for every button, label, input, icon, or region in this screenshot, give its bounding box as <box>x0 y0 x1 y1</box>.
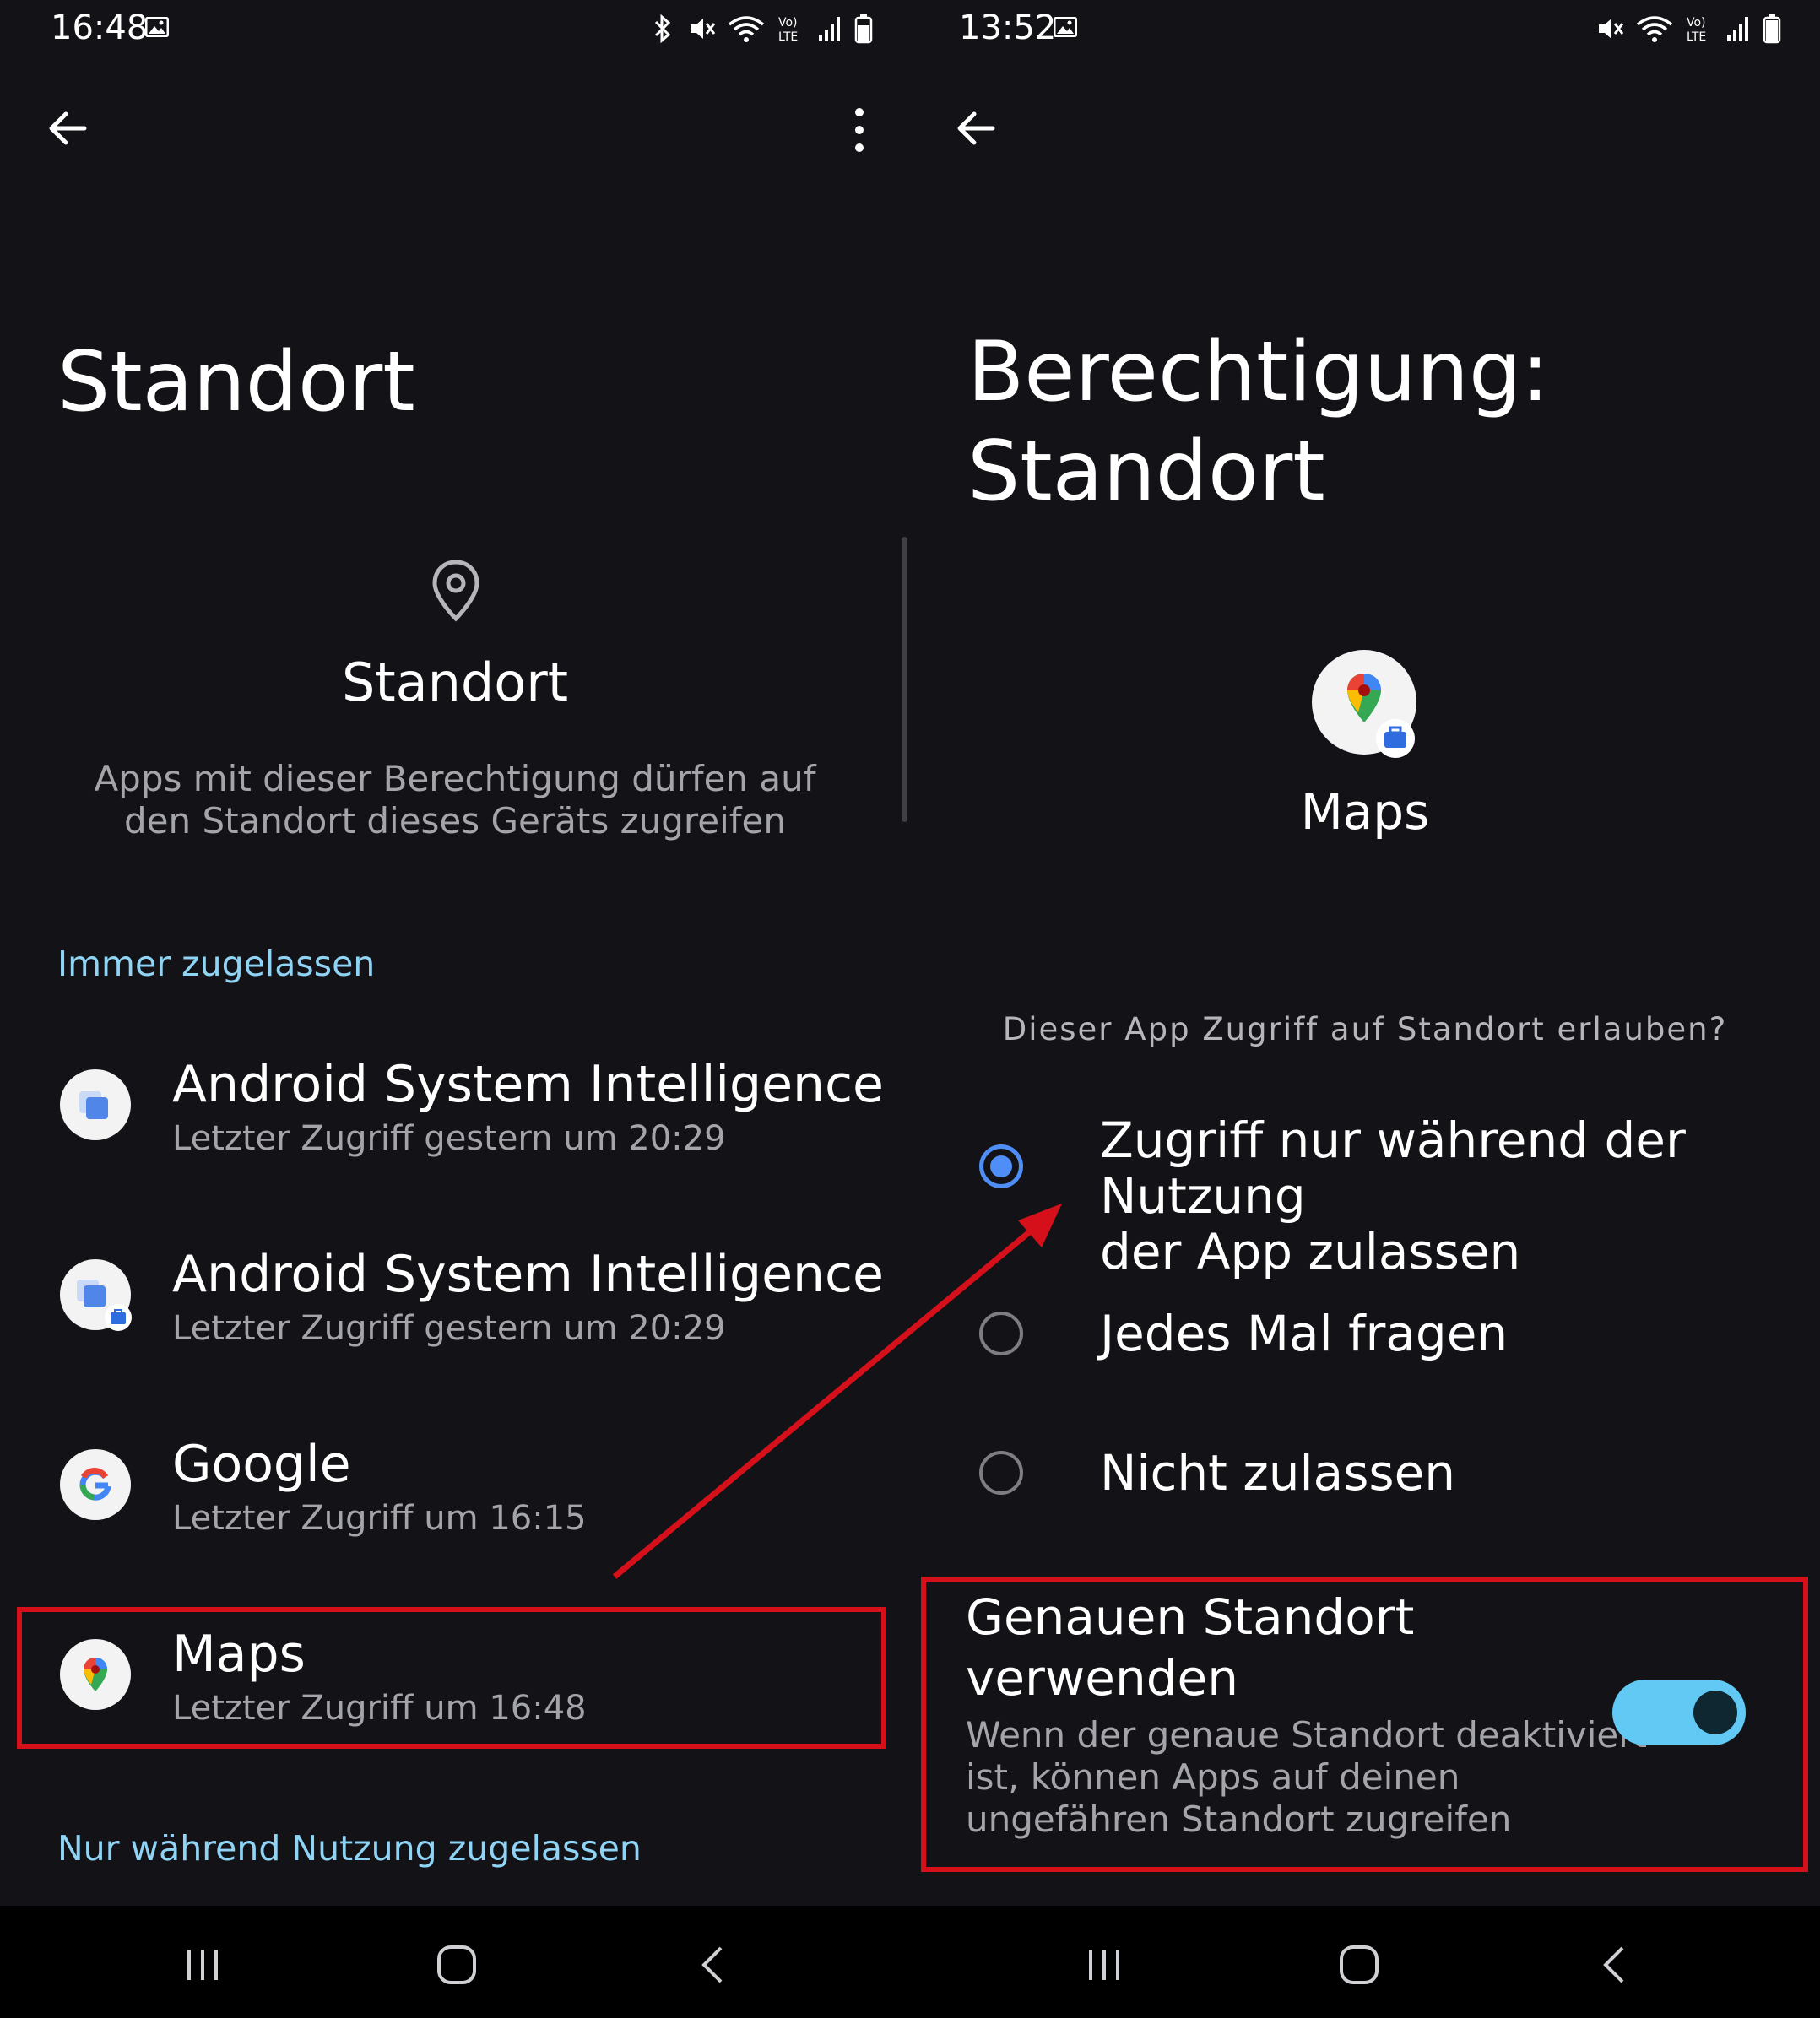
app-name: Android System Intelligence <box>172 1055 884 1114</box>
cellular-signal-icon <box>819 17 840 41</box>
volte-icon: Vo) LTE <box>778 16 798 44</box>
option-label: Jedes Mal fragen <box>1100 1305 1509 1362</box>
gallery-notification-icon <box>145 17 169 37</box>
back-arrow-icon[interactable] <box>954 106 998 150</box>
radio-button[interactable] <box>979 1451 1023 1495</box>
option-label-line1: Zugriff nur während der Nutzung <box>1100 1112 1686 1225</box>
app-name: Google <box>172 1435 351 1494</box>
work-profile-badge-icon <box>1376 719 1415 758</box>
app-name: Android System Intelligence <box>172 1245 884 1304</box>
status-time: 13:52 <box>959 8 1057 47</box>
permission-description-line2: den Standort dieses Geräts zugreifen <box>123 800 787 841</box>
svg-text:LTE: LTE <box>778 30 798 44</box>
gallery-notification-icon <box>1054 17 1077 37</box>
status-time: 16:48 <box>51 8 149 47</box>
option-label-line2: der App zulassen <box>1100 1223 1521 1280</box>
home-icon[interactable] <box>1335 1941 1383 1988</box>
mute-icon <box>1599 19 1624 39</box>
page-title-line2: Standort <box>967 424 1325 520</box>
section-header-while-using: Nur während Nutzung zugelassen <box>57 1828 642 1869</box>
home-icon[interactable] <box>433 1941 480 1988</box>
back-nav-icon[interactable] <box>1592 1941 1639 1988</box>
status-icons: Vo) LTE <box>650 12 873 46</box>
app-list-item[interactable]: Android System Intelligence Letzter Zugr… <box>0 1021 910 1182</box>
maps-highlight-box <box>17 1607 886 1749</box>
status-icons: Vo) LTE <box>1595 12 1781 46</box>
google-icon <box>60 1449 131 1520</box>
recent-apps-icon[interactable] <box>1081 1941 1128 1988</box>
bluetooth-icon <box>654 14 671 44</box>
option-label: Zugriff nur während der Nutzung der App … <box>1100 1112 1820 1280</box>
permission-description-line1: Apps mit dieser Berechtigung dürfen auf <box>94 758 816 799</box>
battery-icon <box>854 14 873 44</box>
app-list-item[interactable]: Google Letzter Zugriff um 16:15 <box>0 1401 910 1561</box>
svg-text:Vo): Vo) <box>778 16 798 30</box>
section-header-always: Immer zugelassen <box>57 944 376 984</box>
page-title: Berechtigung: Standort <box>967 322 1549 522</box>
svg-text:LTE: LTE <box>1687 30 1706 44</box>
location-pin-icon <box>432 560 479 622</box>
app-location-permission-screen: 13:52 Vo) LTE Berechtigung: Standort Map… <box>910 0 1820 2018</box>
work-profile-badge-icon <box>105 1304 132 1331</box>
permission-header-title: Standort <box>341 652 569 713</box>
precise-location-highlight-box <box>921 1577 1808 1872</box>
permission-description: Apps mit dieser Berechtigung dürfen auf … <box>0 758 910 842</box>
scrollbar[interactable] <box>902 537 907 822</box>
app-last-access: Letzter Zugriff gestern um 20:29 <box>172 1119 726 1158</box>
battery-icon <box>1763 14 1781 44</box>
location-permission-list-screen: 16:48 Vo) LTE Standort Standort Apps mit… <box>0 0 910 2018</box>
back-arrow-icon[interactable] <box>46 106 89 150</box>
app-name: Maps <box>1300 783 1430 841</box>
page-title: Standort <box>57 334 415 430</box>
wifi-icon <box>728 16 765 42</box>
recent-apps-icon[interactable] <box>179 1941 226 1988</box>
radio-button[interactable] <box>979 1312 1023 1355</box>
android-system-intelligence-icon <box>60 1069 131 1140</box>
option-label: Nicht zulassen <box>1100 1444 1456 1501</box>
radio-button-selected[interactable] <box>979 1144 1023 1188</box>
cellular-signal-icon <box>1727 17 1748 41</box>
app-last-access: Letzter Zugriff um 16:15 <box>172 1499 587 1538</box>
more-options-icon[interactable] <box>851 105 868 154</box>
system-navigation-bar <box>0 1906 1820 2018</box>
mute-icon <box>691 19 716 39</box>
volte-icon: Vo) LTE <box>1687 16 1706 44</box>
page-title-line1: Berechtigung: <box>967 324 1550 420</box>
app-list-item[interactable]: Android System Intelligence Letzter Zugr… <box>0 1211 910 1371</box>
app-last-access: Letzter Zugriff gestern um 20:29 <box>172 1309 726 1348</box>
back-nav-icon[interactable] <box>691 1941 738 1988</box>
svg-text:Vo): Vo) <box>1687 16 1706 30</box>
permission-question: Dieser App Zugriff auf Standort erlauben… <box>1002 1011 1728 1047</box>
wifi-icon <box>1636 16 1673 42</box>
